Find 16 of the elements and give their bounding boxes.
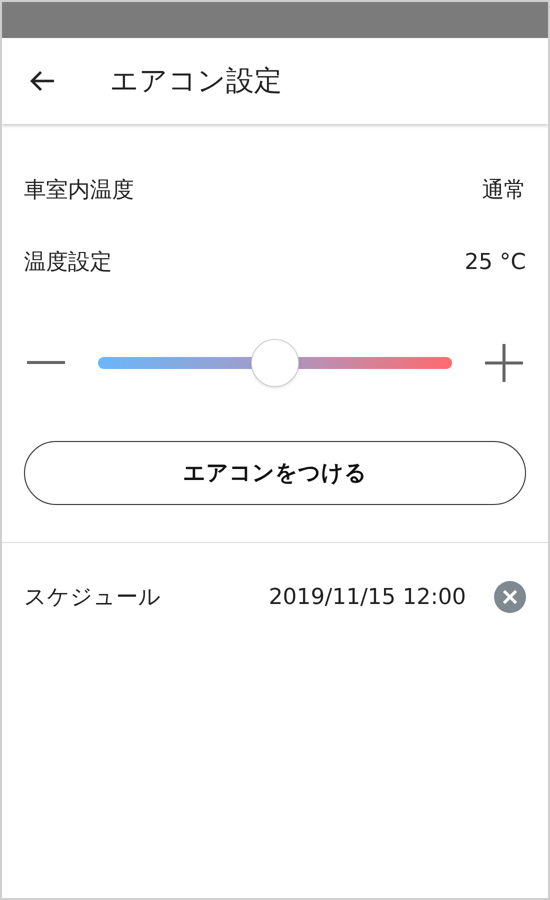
power-button[interactable]: エアコンをつける (24, 441, 526, 505)
plus-icon (485, 344, 523, 382)
increase-button[interactable] (482, 341, 526, 385)
setting-label: 車室内温度 (24, 176, 134, 204)
schedule-label: スケジュール (24, 584, 162, 612)
temperature-slider[interactable] (98, 339, 452, 387)
setting-label: 温度設定 (24, 248, 112, 276)
schedule-datetime: 2019/11/15 12:00 (268, 584, 466, 612)
close-icon (503, 590, 517, 604)
slider-thumb[interactable] (251, 339, 299, 387)
page-title: エアコン設定 (110, 63, 282, 99)
setting-value: 25 °C (464, 248, 526, 276)
back-arrow-icon (28, 69, 56, 93)
clear-schedule-button[interactable] (494, 581, 526, 613)
minus-icon (27, 361, 65, 365)
setting-value: 通常 (482, 176, 526, 204)
